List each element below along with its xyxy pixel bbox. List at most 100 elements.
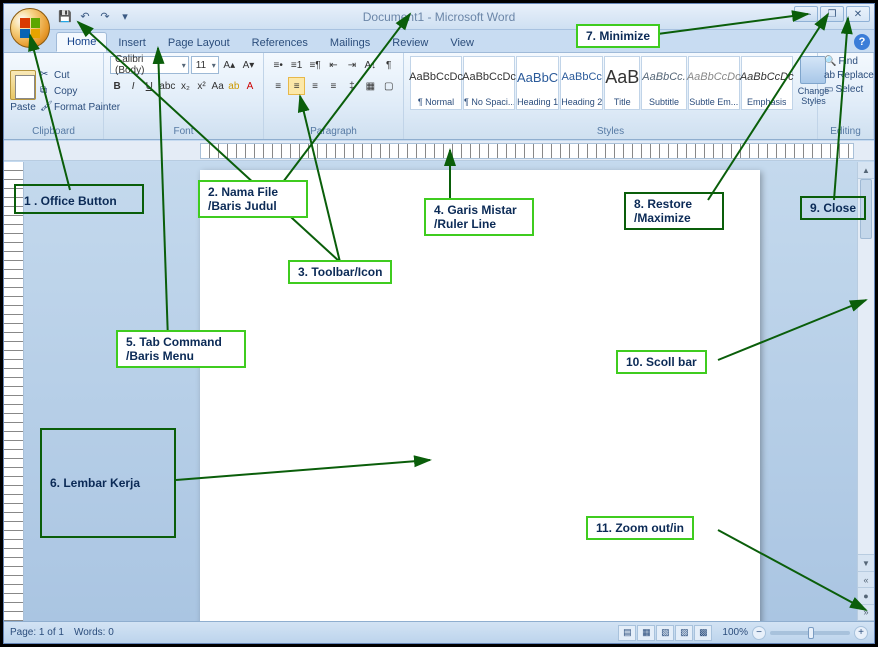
callout-close: 9. Close [800, 196, 866, 220]
print-layout-view-icon[interactable]: ▤ [618, 625, 636, 641]
callout-scrollbar: 10. Scoll bar [616, 350, 707, 374]
zoom-slider[interactable] [770, 631, 850, 635]
qat-dropdown-icon[interactable]: ▾ [116, 8, 134, 26]
style-normal[interactable]: AaBbCcDc¶ Normal [410, 56, 462, 110]
word-count[interactable]: Words: 0 [74, 627, 114, 638]
redo-icon[interactable]: ↷ [96, 8, 114, 26]
grow-font-icon[interactable]: A▴ [221, 56, 238, 74]
paste-button[interactable]: Paste [10, 56, 36, 126]
quick-access-toolbar: 💾 ↶ ↷ ▾ [56, 8, 134, 26]
style-subtitle[interactable]: AaBbCc.Subtitle [641, 56, 686, 110]
style-heading1[interactable]: AaBbCHeading 1 [516, 56, 559, 110]
align-center-button[interactable]: ≡ [288, 77, 304, 95]
scroll-up-icon[interactable]: ▲ [858, 162, 874, 179]
prev-page-icon[interactable]: « [858, 572, 874, 588]
tab-insert[interactable]: Insert [107, 33, 157, 52]
shrink-font-icon[interactable]: A▾ [240, 56, 257, 74]
shading-button[interactable]: ▦ [362, 77, 378, 95]
strike-button[interactable]: abc [158, 77, 176, 95]
undo-icon[interactable]: ↶ [76, 8, 94, 26]
zoom-out-button[interactable]: − [752, 626, 766, 640]
align-right-button[interactable]: ≡ [307, 77, 323, 95]
outline-view-icon[interactable]: ▨ [675, 625, 693, 641]
style-nospacing[interactable]: AaBbCcDc¶ No Spaci... [463, 56, 515, 110]
next-page-icon[interactable]: » [858, 605, 874, 621]
style-heading2[interactable]: AaBbCcHeading 2 [560, 56, 603, 110]
save-icon[interactable]: 💾 [56, 8, 74, 26]
brush-icon: 🖌 [40, 101, 52, 113]
paste-icon [10, 70, 36, 100]
showmarks-button[interactable]: ¶ [381, 56, 397, 74]
callout-toolbar: 3. Toolbar/Icon [288, 260, 392, 284]
titlebar: 💾 ↶ ↷ ▾ Document1 - Microsoft Word — ❐ ✕ [4, 4, 874, 30]
callout-ruler: 4. Garis Mistar /Ruler Line [424, 198, 534, 236]
zoom-in-button[interactable]: + [854, 626, 868, 640]
view-buttons: ▤ ▦ ▧ ▨ ▩ [618, 625, 712, 641]
bold-button[interactable]: B [110, 77, 124, 95]
scroll-down-icon[interactable]: ▼ [858, 554, 874, 571]
superscript-button[interactable]: x² [194, 77, 208, 95]
horizontal-ruler[interactable] [4, 141, 874, 161]
page-status[interactable]: Page: 1 of 1 [10, 627, 64, 638]
minimize-button[interactable]: — [794, 6, 818, 22]
replace-button[interactable]: abReplace [824, 70, 867, 81]
office-button[interactable] [10, 8, 50, 48]
indent-dec-button[interactable]: ⇤ [325, 56, 341, 74]
borders-button[interactable]: ▢ [381, 77, 397, 95]
scissors-icon: ✂ [40, 69, 52, 81]
vertical-ruler[interactable] [4, 162, 24, 621]
copy-icon: ⧉ [40, 85, 52, 97]
tab-home[interactable]: Home [56, 32, 107, 52]
close-button[interactable]: ✕ [846, 6, 870, 22]
linespacing-button[interactable]: ‡ [344, 77, 360, 95]
underline-button[interactable]: U [142, 77, 156, 95]
multilevel-button[interactable]: ≡¶ [307, 56, 323, 74]
group-clipboard: Paste ✂Cut ⧉Copy 🖌Format Painter Clipboa… [4, 53, 104, 139]
tab-page-layout[interactable]: Page Layout [157, 33, 241, 52]
bullets-button[interactable]: ≡• [270, 56, 286, 74]
vertical-scrollbar[interactable]: ▲ ▼ « ● » [857, 162, 874, 621]
zoom-knob[interactable] [808, 627, 814, 639]
font-size-select[interactable]: 11 [191, 56, 219, 74]
highlight-button[interactable]: ab [227, 77, 241, 95]
tab-references[interactable]: References [241, 33, 319, 52]
style-title[interactable]: AaBTitle [604, 56, 640, 110]
draft-view-icon[interactable]: ▩ [694, 625, 712, 641]
callout-zoom: 11. Zoom out/in [586, 516, 694, 540]
statusbar: Page: 1 of 1 Words: 0 ▤ ▦ ▧ ▨ ▩ 100% − + [4, 621, 874, 643]
web-view-icon[interactable]: ▧ [656, 625, 674, 641]
subscript-button[interactable]: x₂ [178, 77, 192, 95]
callout-restore: 8. Restore /Maximize [624, 192, 724, 230]
numbering-button[interactable]: ≡1 [288, 56, 304, 74]
help-icon[interactable]: ? [854, 34, 870, 50]
callout-tab-command: 5. Tab Command /Baris Menu [116, 330, 246, 368]
sort-button[interactable]: A↓ [362, 56, 378, 74]
document-page[interactable] [200, 170, 760, 621]
ribbon-tabs: Home Insert Page Layout References Maili… [4, 30, 874, 52]
zoom-level[interactable]: 100% [722, 627, 748, 638]
callout-office-button: 1 . Office Button [14, 184, 144, 214]
fullscreen-view-icon[interactable]: ▦ [637, 625, 655, 641]
zoom-control: 100% − + [722, 626, 868, 640]
style-subtle-em[interactable]: AaBbCcDcSubtle Em... [688, 56, 740, 110]
indent-inc-button[interactable]: ⇥ [344, 56, 360, 74]
tab-mailings[interactable]: Mailings [319, 33, 381, 52]
tab-view[interactable]: View [439, 33, 485, 52]
font-name-select[interactable]: Calibri (Body) [110, 56, 189, 74]
select-icon: ▭ [824, 84, 833, 95]
italic-button[interactable]: I [126, 77, 140, 95]
maximize-button[interactable]: ❐ [820, 6, 844, 22]
select-button[interactable]: ▭Select [824, 84, 867, 95]
find-button[interactable]: 🔍Find [824, 56, 867, 67]
browse-object-icon[interactable]: ● [858, 588, 874, 604]
callout-worksheet: 6. Lembar Kerja [40, 428, 176, 538]
align-left-button[interactable]: ≡ [270, 77, 286, 95]
case-button[interactable]: Aa [211, 77, 225, 95]
font-color-button[interactable]: A [243, 77, 257, 95]
justify-button[interactable]: ≡ [325, 77, 341, 95]
style-emphasis[interactable]: AaBbCcDcEmphasis [741, 56, 793, 110]
group-paragraph: ≡• ≡1 ≡¶ ⇤ ⇥ A↓ ¶ ≡ ≡ ≡ ≡ ‡ ▦ ▢ [264, 53, 404, 139]
tab-review[interactable]: Review [381, 33, 439, 52]
group-editing: 🔍Find abReplace ▭Select Editing [818, 53, 874, 139]
callout-minimize: 7. Minimize [576, 24, 660, 48]
